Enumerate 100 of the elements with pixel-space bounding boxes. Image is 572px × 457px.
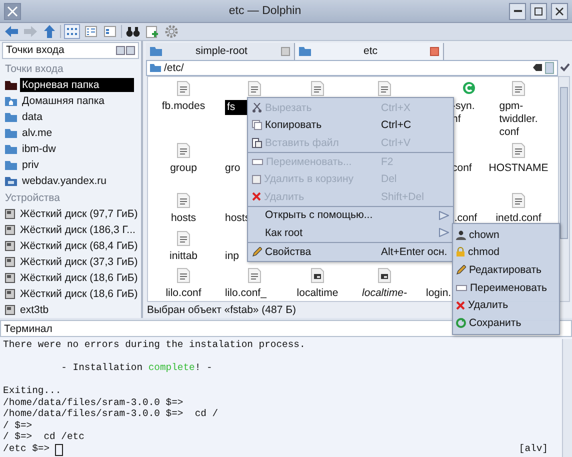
menu-item[interactable]: Переименовать [453,278,559,296]
place-item[interactable]: webdav.yandex.ru [20,174,108,188]
delete-icon [456,300,465,310]
menu-item[interactable]: Удалить [453,296,559,314]
drive-icon [5,272,15,283]
menu-item[interactable]: Сохранить [453,314,559,332]
clear-icon [533,64,542,72]
terminal-line: / $=> cd /etc [3,431,84,442]
close-button[interactable] [126,46,135,55]
columns-view-button[interactable] [102,24,118,39]
section-title: Устройства [4,190,61,206]
place-item[interactable]: data [20,110,44,124]
drive-icon [5,224,15,235]
delete-icon [252,192,261,202]
icons-view-button[interactable] [64,24,80,39]
window-title: etc — Dolphin [228,5,302,17]
paste-icon [252,138,262,148]
settings-button[interactable] [163,24,179,39]
back-button[interactable] [3,24,19,39]
minimize-icon [514,10,522,12]
menu-item[interactable]: chown [453,226,559,244]
drive-icon [5,208,15,219]
place-item[interactable]: priv [20,158,41,172]
folder-icon [5,112,17,122]
up-button[interactable] [41,24,57,39]
pencil-icon [456,264,466,275]
folder-icon [5,160,17,170]
maximize-icon [534,6,543,16]
close-button[interactable] [551,2,568,20]
scissors-icon [252,102,262,113]
menu-item[interactable]: Как root [248,224,453,242]
text-file-icon [512,80,525,96]
back-arrow-icon [4,26,18,37]
text-file-icon [177,80,190,96]
terminal-line: Exiting... [3,385,62,396]
new-file-icon [146,26,158,38]
binary-file-icon [311,268,324,283]
place-item[interactable]: alv.me [20,126,54,140]
file-name[interactable]: lilo.conf_ [225,287,266,300]
menu-item[interactable]: Открыть с помощью... [248,206,453,224]
place-item[interactable]: Жёсткий диск (37,3 ГиБ) [18,254,140,269]
place-item[interactable]: ibm-dw [20,142,58,156]
float-button[interactable] [116,46,125,55]
file-name[interactable]: group [170,162,197,176]
rename-icon [252,158,263,166]
text-file-icon [378,80,391,96]
file-name[interactable]: inp [225,250,240,264]
maximize-button[interactable] [530,2,547,20]
folder-icon [299,46,311,56]
text-file-icon [177,230,190,246]
file-name[interactable]: fs [225,100,248,116]
place-item[interactable]: Домашняя папка [20,94,107,108]
text-file-icon [512,142,525,158]
copy-icon [252,120,262,130]
file-name[interactable]: inittab [169,250,198,264]
trash-icon [252,174,261,184]
place-item[interactable]: Жёсткий диск (186,3 Г... [18,222,138,237]
text-file-icon [177,192,190,208]
file-name[interactable]: login. [426,287,452,300]
menu-item[interactable]: Редактировать [453,261,559,279]
place-item[interactable]: Жёсткий диск (18,6 ГиБ) [18,270,140,285]
refresh-icon [456,318,466,328]
drive-icon [5,288,15,299]
list-view-icon [85,26,97,37]
file-name[interactable]: gro [225,162,240,176]
file-name[interactable]: hosts [225,212,250,226]
text-file-icon [177,142,190,158]
file-name[interactable]: localtime [296,287,338,300]
tab[interactable]: etc [295,42,444,60]
place-item[interactable]: Жёсткий диск (18,6 ГиБ) [18,286,140,301]
text-file-icon [248,80,261,96]
tab-close-button[interactable] [281,46,290,56]
new-tab-button[interactable] [144,24,160,39]
menu-item[interactable]: chmod [453,244,559,262]
file-name[interactable]: fb.modes [162,100,206,114]
terminal-line: - Installation complete! - [60,362,212,374]
find-button[interactable] [125,24,141,39]
home-folder-icon [5,96,17,106]
file-name[interactable]: lilo.conf [166,287,202,300]
file-name[interactable]: HOSTNAME [488,162,548,176]
tab-close-button[interactable] [430,46,439,56]
file-name[interactable]: localtime- [362,287,407,300]
place-item[interactable]: Жёсткий диск (97,7 ГиБ) [18,206,140,221]
place-item[interactable]: ext3tb [18,302,51,317]
menu-item[interactable]: Свойства Alt+Enter осн. [248,242,453,260]
script-file-icon [462,81,476,96]
text-file-icon [177,268,190,283]
minimize-button[interactable] [509,2,526,20]
file-name[interactable]: gpm- twiddler. conf [499,100,538,140]
gear-icon [164,25,178,38]
place-item[interactable]: Жёсткий диск (68,4 ГиБ) [18,238,140,253]
details-view-button[interactable] [83,24,99,39]
columns-view-icon [104,26,116,37]
tab[interactable]: simple-root [146,42,295,60]
network-folder-icon [5,176,17,186]
place-item[interactable]: Корневая папка [20,78,134,92]
file-name[interactable]: inetd.conf [496,212,542,226]
menu-item[interactable]: Копировать Ctrl+C [248,116,453,134]
address-field[interactable]: /etc/ [146,60,558,76]
file-name[interactable]: hosts [170,212,196,226]
